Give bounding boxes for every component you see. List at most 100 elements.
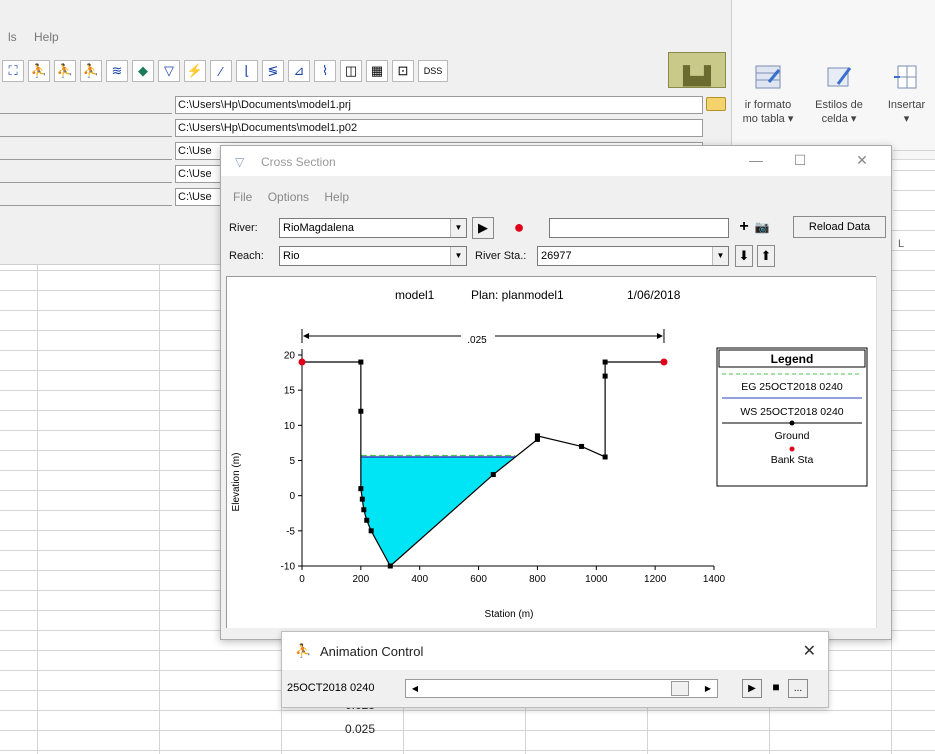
insert-button[interactable]: Insertar ▾: [878, 62, 935, 126]
ribbon-label: mo tabla ▾: [742, 113, 794, 125]
animation-slider[interactable]: ◀ ▶: [405, 679, 718, 698]
maximize-icon[interactable]: ☐: [787, 152, 813, 169]
ground-point: [490, 472, 496, 478]
rating-curve-icon[interactable]: ⌊: [236, 60, 258, 82]
arrow-down-icon[interactable]: ⬇: [735, 245, 753, 267]
ground-point: [602, 359, 608, 365]
water-quality-icon[interactable]: ◆: [132, 60, 154, 82]
sediment-icon[interactable]: ≋: [106, 60, 128, 82]
profile-select[interactable]: [549, 218, 729, 238]
plan-title-field[interactable]: [0, 119, 172, 137]
cell-styles-button[interactable]: Estilos de celda ▾: [809, 62, 869, 126]
plan-file-path: C:\Users\Hp\Documents\model1.p02: [175, 119, 703, 137]
detailed-output-icon[interactable]: ◫: [340, 60, 362, 82]
chart-layer: -10-5051015200 200 400 600 800 1000 1200 1400: [281, 329, 726, 585]
vertical-scrollbar[interactable]: [876, 276, 888, 631]
ground-point: [387, 563, 393, 569]
bank-station-point: [660, 358, 668, 366]
cross-section-plot-icon[interactable]: ▽: [158, 60, 180, 82]
menu-help[interactable]: Help: [324, 190, 349, 204]
column-header-l[interactable]: L: [898, 238, 904, 250]
legend-ground-marker: [789, 420, 795, 426]
legend-ground: Ground: [774, 430, 809, 442]
geometry-title-field[interactable]: [0, 142, 172, 160]
ribbon-label: celda ▾: [821, 113, 857, 125]
animation-control-window: ⛹ Animation Control ✕ 25OCT2018 0240 ◀ ▶…: [281, 631, 829, 708]
xyz-plot-icon[interactable]: ≶: [262, 60, 284, 82]
arrow-up-icon[interactable]: ⬆: [757, 245, 775, 267]
excel-grid[interactable]: [893, 150, 935, 240]
folder-icon[interactable]: [706, 97, 726, 111]
hecras-menu: ls Help: [8, 30, 73, 44]
chevron-down-icon[interactable]: ▼: [450, 219, 466, 237]
cross-section-titlebar[interactable]: ▽ Cross Section — ☐ ✕: [221, 146, 891, 176]
cross-section-menu: File Options Help: [233, 190, 361, 204]
river-value: RioMagdalena: [283, 222, 354, 234]
animation-app-icon: ⛹: [295, 643, 312, 658]
plot-title-plan: Plan: planmodel1: [471, 288, 564, 302]
cross-section-plot[interactable]: model1 Plan: planmodel1 1/06/2018 Elevat…: [226, 276, 878, 631]
unsteady-flow-icon[interactable]: ⛹: [54, 60, 76, 82]
profile-table-icon[interactable]: ▦: [366, 60, 388, 82]
river-select[interactable]: RioMagdalena ▼: [279, 218, 467, 238]
menu-tools[interactable]: ls: [8, 30, 17, 44]
reach-select[interactable]: Rio ▼: [279, 246, 467, 266]
legend: Legend EG 25OCT2018 0240 WS 25OCT2018 02…: [716, 347, 868, 487]
x-tick-label: 1000: [585, 574, 608, 585]
flow-title-field[interactable]: [0, 165, 172, 183]
ground-point: [534, 433, 540, 439]
play-icon[interactable]: ▶: [472, 217, 494, 239]
camera-icon[interactable]: 📷: [751, 217, 773, 239]
minimize-icon[interactable]: —: [743, 152, 769, 168]
unsteady-title-field[interactable]: [0, 188, 172, 206]
x-tick-label: 1200: [644, 574, 667, 585]
menu-options[interactable]: Options: [268, 190, 309, 204]
stop-icon[interactable]: ■: [766, 679, 786, 698]
y-tick-label: 10: [284, 421, 296, 432]
quasi-unsteady-icon[interactable]: ⛹: [80, 60, 102, 82]
animation-titlebar[interactable]: ⛹ Animation Control ✕: [282, 632, 828, 670]
mannings-arrow-right: [656, 333, 663, 339]
menu-help[interactable]: Help: [34, 30, 59, 44]
chevron-down-icon[interactable]: ▼: [712, 247, 728, 265]
close-icon[interactable]: ✕: [803, 641, 816, 661]
ground-point: [358, 359, 364, 365]
more-button[interactable]: ...: [788, 679, 808, 698]
animation-title: Animation Control: [320, 644, 424, 659]
chevron-down-icon[interactable]: ▼: [450, 247, 466, 265]
ground-point: [602, 454, 608, 460]
stage-flow-hydrograph-icon[interactable]: ⊿: [288, 60, 310, 82]
close-icon[interactable]: ✕: [849, 152, 875, 169]
desktop: ir formato mo tabla ▾ Estilos de celda ▾…: [0, 0, 935, 754]
menu-file[interactable]: File: [233, 190, 252, 204]
legend-eg: EG 25OCT2018 0240: [741, 381, 843, 393]
slider-left-icon[interactable]: ◀: [408, 680, 422, 697]
river-sta-select[interactable]: 26977 ▼: [537, 246, 729, 266]
cross-section-window: ▽ Cross Section — ☐ ✕ File Options Help …: [220, 145, 892, 640]
format-as-table-button[interactable]: ir formato mo tabla ▾: [732, 62, 804, 126]
steady-flow-icon[interactable]: ⛹: [28, 60, 50, 82]
ground-point: [359, 496, 365, 502]
reload-data-button[interactable]: Reload Data: [793, 216, 886, 238]
ground-point: [358, 486, 364, 492]
slider-right-icon[interactable]: ▶: [701, 680, 715, 697]
play-icon[interactable]: ▶: [742, 679, 762, 698]
ground-point: [602, 373, 608, 379]
cell-styles-icon: [824, 62, 854, 94]
dss-viewer-button[interactable]: DSS: [418, 60, 448, 82]
record-icon[interactable]: ●: [508, 217, 530, 239]
project-title-field[interactable]: [0, 96, 172, 114]
slider-thumb[interactable]: [671, 681, 689, 696]
geometry-editor-icon[interactable]: ⛶: [2, 60, 24, 82]
ribbon-label: Insertar: [887, 99, 926, 111]
cell-value[interactable]: 0.025: [345, 722, 375, 736]
format-table-icon: [753, 62, 783, 94]
bank-station-point: [298, 358, 306, 366]
general-profile-icon[interactable]: ⁄: [210, 60, 232, 82]
y-tick-label: 5: [289, 456, 295, 467]
summary-errors-icon[interactable]: ⊡: [392, 60, 414, 82]
hydraulic-table-icon[interactable]: ⌇: [314, 60, 336, 82]
x-axis-label: Station (m): [485, 609, 534, 620]
profile-plot-icon[interactable]: ⚡: [184, 60, 206, 82]
ribbon-label: Estilos de: [815, 99, 863, 111]
